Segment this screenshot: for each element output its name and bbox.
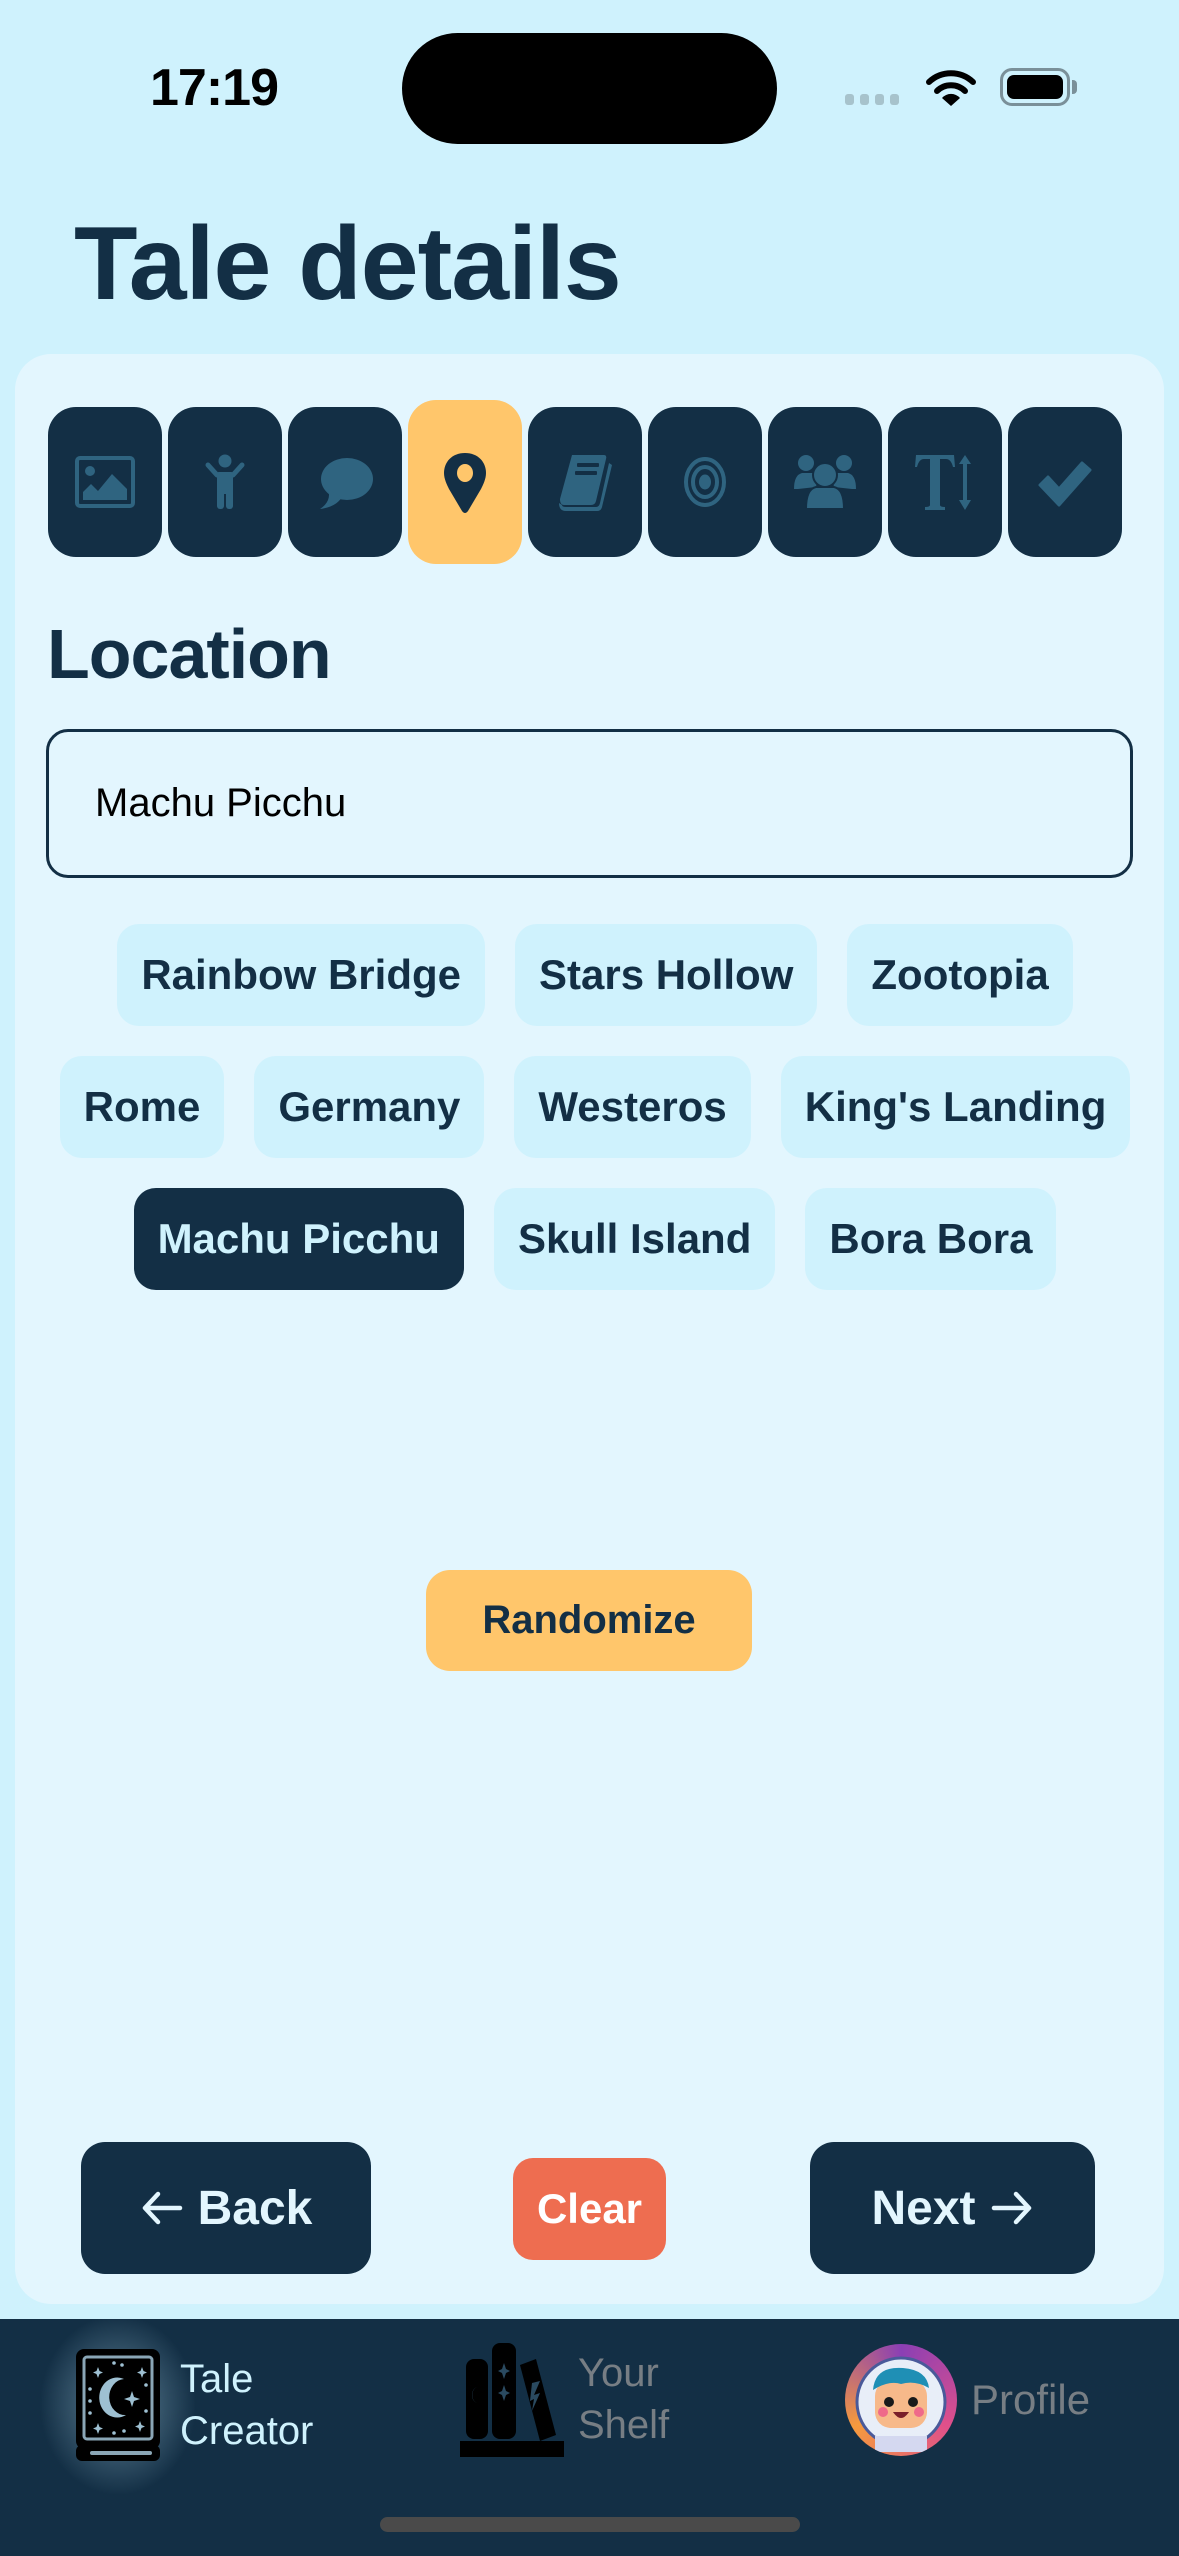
battery-icon (1000, 68, 1070, 106)
home-indicator[interactable] (380, 2517, 800, 2532)
tab-tale-creator[interactable]: Tale Creator (40, 2315, 314, 2495)
suggestion-chip[interactable]: King's Landing (780, 1056, 1131, 1158)
step-dialogue[interactable] (288, 407, 402, 557)
target-icon (684, 457, 726, 507)
step-location[interactable] (408, 400, 522, 564)
suggestion-chip[interactable]: Rome (59, 1056, 225, 1158)
suggestion-row: Rome Germany Westeros King's Landing (55, 1056, 1135, 1158)
step-character[interactable] (168, 407, 282, 557)
step-story[interactable] (528, 407, 642, 557)
astronaut-avatar-icon (855, 2356, 947, 2452)
arrow-left-icon (142, 2191, 182, 2225)
tab-bar: Tale Creator Your Shelf Profile (0, 2315, 1179, 2556)
speech-bubble-icon (320, 458, 373, 509)
wifi-icon (926, 70, 976, 106)
next-button[interactable]: Next (810, 2142, 1095, 2274)
suggestion-chip[interactable]: Rainbow Bridge (117, 924, 485, 1026)
tab-tale-creator-label: Tale Creator (180, 2357, 314, 2453)
page-title: Tale details (74, 206, 622, 322)
suggestion-chip[interactable]: Bora Bora (805, 1188, 1057, 1290)
cellular-signal-icon (845, 94, 899, 105)
suggestion-chip[interactable]: Zootopia (847, 924, 1073, 1026)
step-length[interactable] (888, 407, 1002, 557)
battery-nub (1072, 80, 1077, 94)
arrow-right-icon (991, 2191, 1031, 2225)
location-input[interactable] (46, 729, 1133, 878)
dynamic-island (402, 33, 777, 144)
checkmark-icon (1038, 461, 1092, 507)
moon-book-icon (76, 2349, 160, 2461)
step-finish[interactable] (1008, 407, 1122, 557)
tale-details-card: Location Rainbow Bridge Stars Hollow Zoo… (15, 354, 1164, 2304)
section-title-location: Location (47, 615, 332, 693)
status-bar: 17:19 (0, 0, 1179, 150)
text-size-icon (915, 455, 971, 510)
step-image[interactable] (48, 407, 162, 557)
group-icon (794, 455, 856, 510)
suggestion-chip-selected[interactable]: Machu Picchu (133, 1188, 464, 1290)
back-label: Back (197, 2181, 313, 2235)
next-label: Next (871, 2181, 976, 2235)
profile-avatar (845, 2344, 957, 2456)
child-figure-icon (205, 454, 245, 509)
tab-your-shelf[interactable]: Your Shelf (460, 2339, 669, 2459)
suggestion-chip[interactable]: Westeros (514, 1056, 751, 1158)
clear-button[interactable]: Clear (513, 2158, 666, 2260)
step-bar (48, 400, 1122, 564)
suggestion-chip[interactable]: Skull Island (493, 1188, 776, 1290)
tab-profile-label: Profile (971, 2376, 1091, 2423)
map-pin-icon (444, 453, 486, 513)
tab-profile[interactable]: Profile (845, 2344, 1090, 2456)
suggestion-row: Rainbow Bridge Stars Hollow Zootopia (55, 924, 1135, 1026)
randomize-button[interactable]: Randomize (426, 1570, 752, 1671)
back-button[interactable]: Back (81, 2142, 371, 2274)
tale-creator-glow (40, 2315, 196, 2495)
tab-your-shelf-label: Your Shelf (578, 2351, 670, 2447)
suggestion-chip[interactable]: Stars Hollow (515, 924, 818, 1026)
image-icon (75, 456, 135, 508)
book-icon (559, 455, 612, 511)
bookshelf-icon (460, 2343, 564, 2457)
step-goal[interactable] (648, 407, 762, 557)
suggestion-chip[interactable]: Germany (254, 1056, 485, 1158)
status-time: 17:19 (150, 59, 279, 117)
suggestion-row: Machu Picchu Skull Island Bora Bora (55, 1188, 1135, 1290)
step-audience[interactable] (768, 407, 882, 557)
location-suggestions: Rainbow Bridge Stars Hollow Zootopia Rom… (55, 924, 1135, 1290)
